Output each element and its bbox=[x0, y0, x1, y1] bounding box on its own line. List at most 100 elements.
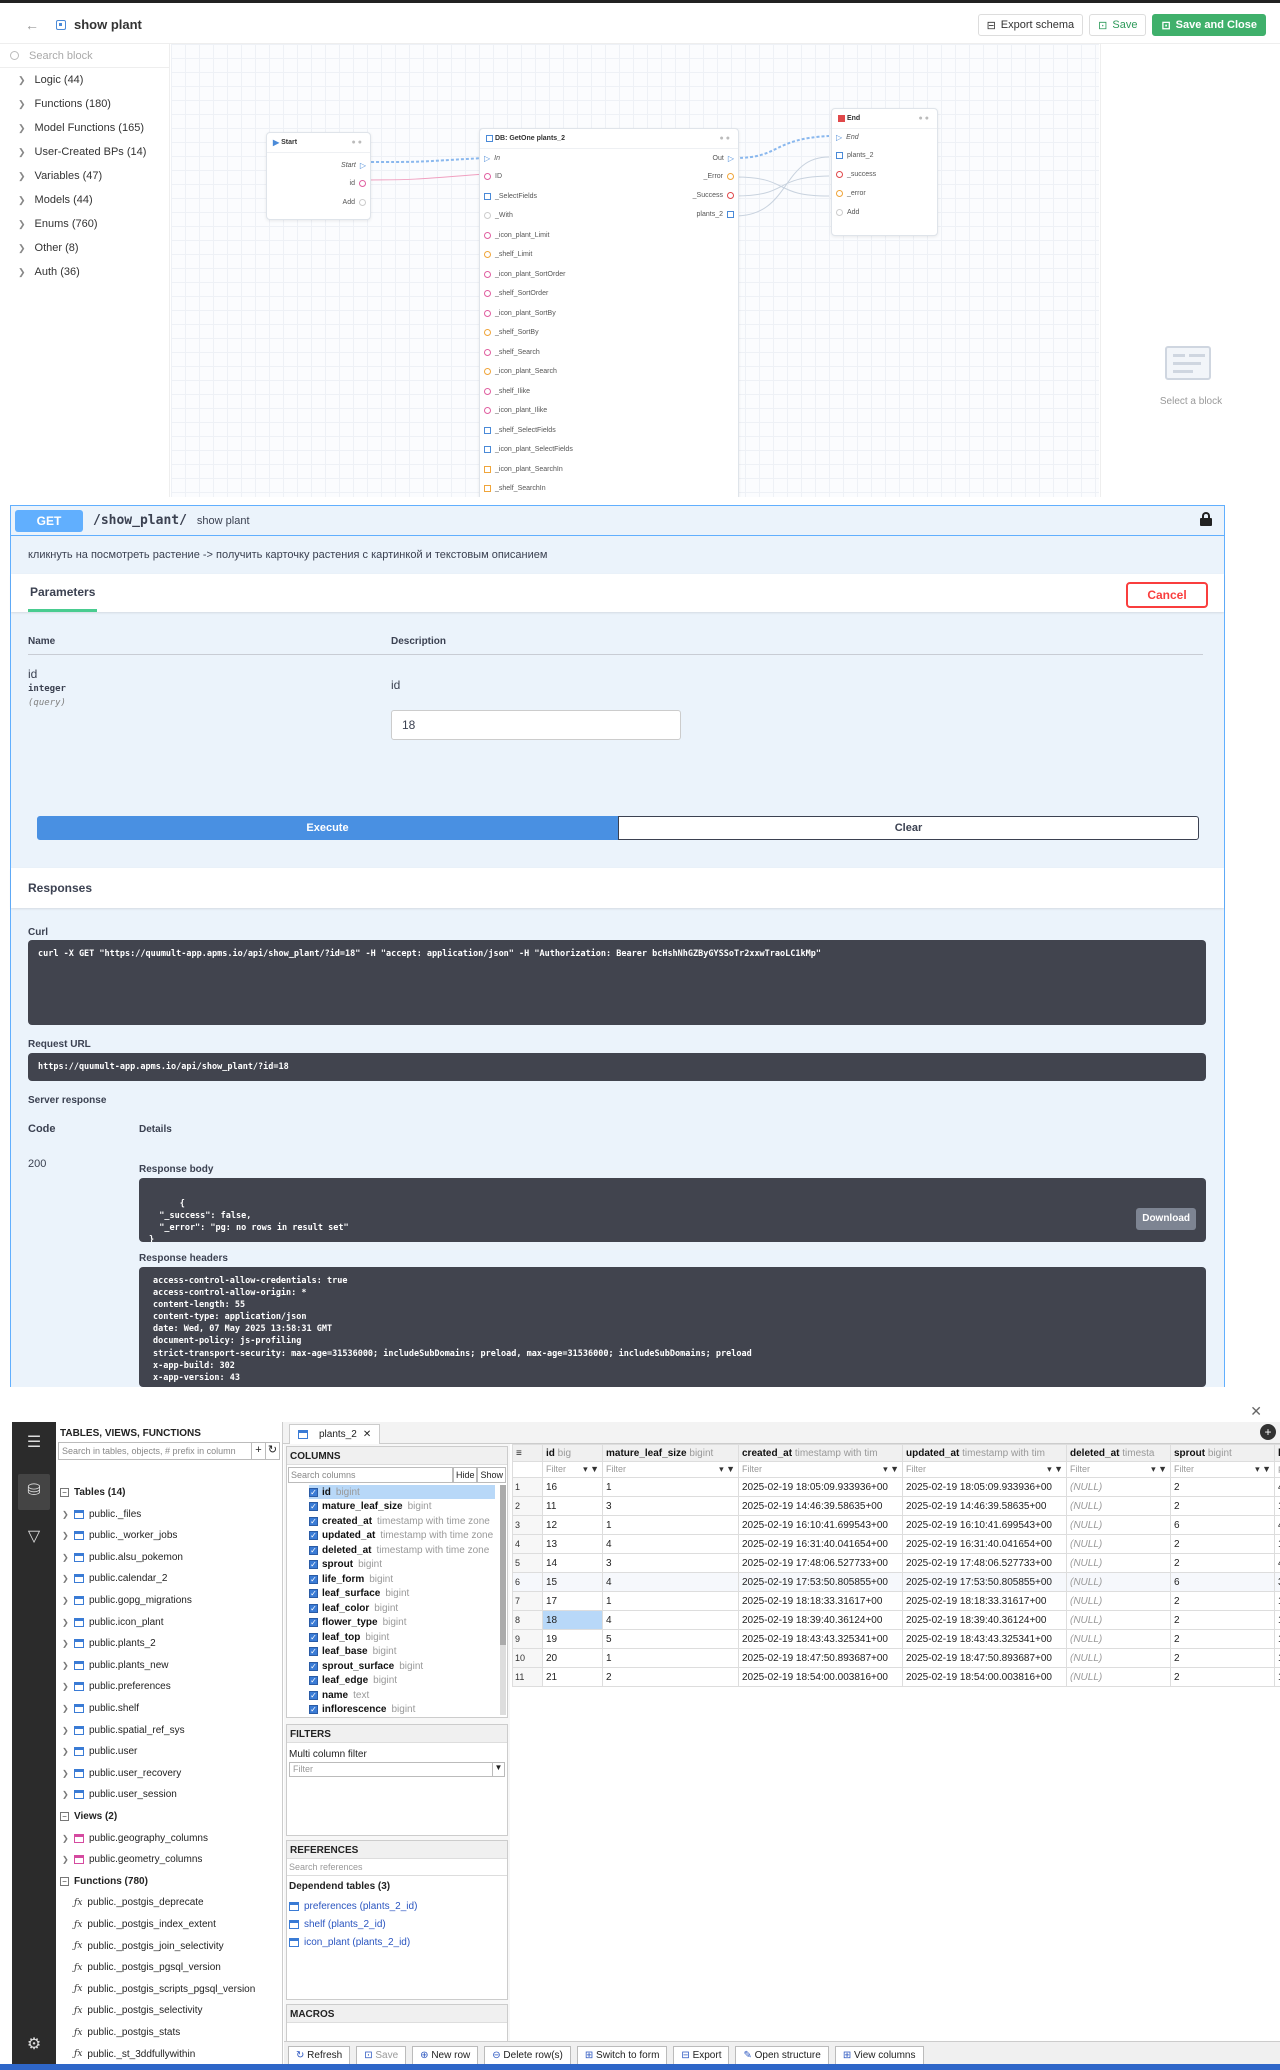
grid-cell[interactable]: 3 bbox=[1274, 1572, 1280, 1592]
grid-cell[interactable]: 16 bbox=[542, 1477, 603, 1497]
funnel-icon[interactable]: ▾ ▼ bbox=[1151, 1464, 1167, 1475]
grid-cell[interactable]: 2 bbox=[1170, 1477, 1275, 1497]
download-button[interactable]: Download bbox=[1136, 1208, 1196, 1230]
dependent-table-link[interactable]: shelf (plants_2_id) bbox=[287, 1915, 507, 1933]
checkbox-checked-icon[interactable]: ✓ bbox=[309, 1516, 318, 1526]
column-item[interactable]: ✓ created_at timestamp with time zone bbox=[309, 1514, 490, 1528]
save-button[interactable]: ⊡ Save bbox=[1089, 14, 1147, 36]
table-row[interactable]: 3 12 1 2025-02-19 16:10:41.699543+00 2025-02… bbox=[512, 1515, 1280, 1535]
grid-cell[interactable]: 4 bbox=[1274, 1553, 1280, 1573]
db-getone-node[interactable]: DB: GetOne plants_2 ●● ▷ In Out ▷ ID _Select… bbox=[479, 128, 739, 497]
column-item[interactable]: ✓ inflorescence bigint bbox=[309, 1703, 415, 1715]
grid-cell[interactable]: 17 bbox=[542, 1591, 603, 1611]
pin-socket[interactable] bbox=[484, 465, 491, 473]
grid-cell[interactable]: 2025-02-19 16:10:41.699543+00 bbox=[902, 1515, 1067, 1535]
toolbar-button[interactable]: ⊞ Switch to form bbox=[576, 2046, 668, 2066]
pin-add[interactable] bbox=[836, 209, 843, 216]
grid-cell[interactable]: 4 bbox=[1274, 1515, 1280, 1535]
grid-cell[interactable]: 3 bbox=[512, 1515, 543, 1535]
grid-cell[interactable]: 2025-02-19 18:18:33.31617+00 bbox=[738, 1591, 903, 1611]
tree-item[interactable]: ❯ public.icon_plant bbox=[62, 1612, 164, 1633]
pin-socket[interactable] bbox=[484, 485, 491, 492]
checkbox-checked-icon[interactable]: ✓ bbox=[309, 1589, 318, 1599]
tree-item[interactable]: ❯ public._worker_jobs bbox=[62, 1525, 177, 1546]
request-url[interactable]: https://quumult-app.apms.io/api/show_pla… bbox=[28, 1053, 1206, 1081]
grid-cell[interactable]: 1 bbox=[1274, 1667, 1280, 1687]
checkbox-checked-icon[interactable]: ✓ bbox=[309, 1603, 318, 1613]
hide-columns-button[interactable]: Hide bbox=[452, 1467, 478, 1483]
block-search-input[interactable]: Search block bbox=[0, 44, 169, 68]
grid-cell[interactable]: 1 bbox=[1274, 1591, 1280, 1611]
input-pin[interactable]: _icon_plant_Limit bbox=[484, 231, 549, 239]
show-columns-button[interactable]: Show bbox=[477, 1467, 506, 1483]
pin-id[interactable] bbox=[359, 180, 366, 187]
cancel-button[interactable]: Cancel bbox=[1126, 582, 1208, 608]
grid-column-header[interactable]: id big bbox=[542, 1444, 603, 1462]
pin-socket[interactable] bbox=[484, 231, 491, 239]
pin-socket[interactable] bbox=[484, 251, 491, 258]
dependent-table-link[interactable]: icon_plant (plants_2_id) bbox=[287, 1933, 507, 1951]
input-pin[interactable]: _shelf_Ilike bbox=[484, 387, 530, 395]
grid-cell[interactable]: 2 bbox=[512, 1496, 543, 1516]
end-node[interactable]: End ●● ▷ End plants_2 _success _error Add bbox=[831, 108, 938, 236]
table-row[interactable]: 5 14 3 2025-02-19 17:48:06.527733+00 2025-02… bbox=[512, 1553, 1280, 1573]
tree-item[interactable]: ❯ public.gopg_migrations bbox=[62, 1590, 192, 1611]
tree-item[interactable]: ƒx public._postgis_index_extent bbox=[74, 1914, 216, 1935]
column-filter-input[interactable]: Filter ▾ ▼ bbox=[542, 1461, 603, 1478]
grid-cell[interactable]: 2 bbox=[1170, 1534, 1275, 1554]
grid-cell[interactable]: (NULL) bbox=[1066, 1572, 1171, 1592]
column-item[interactable]: ✓ leaf_surface bigint bbox=[309, 1587, 409, 1601]
close-tab-icon[interactable]: ✕ bbox=[363, 1429, 371, 1440]
pin-socket[interactable] bbox=[484, 192, 491, 200]
pin-plants[interactable] bbox=[836, 152, 843, 159]
tab-plants-2[interactable]: plants_2 ✕ bbox=[289, 1424, 381, 1444]
filter-dropdown-icon[interactable]: ▼ bbox=[492, 1763, 504, 1776]
table-row[interactable]: 9 19 5 2025-02-19 18:43:43.325341+00 2025-02… bbox=[512, 1629, 1280, 1649]
grid-cell[interactable]: 2025-02-19 18:54:00.003816+00 bbox=[738, 1667, 903, 1687]
funnel-icon[interactable]: ▾ ▼ bbox=[583, 1464, 599, 1475]
node-menu-icon[interactable]: ●● bbox=[352, 139, 364, 146]
category-item[interactable]: ❯ Variables (47) bbox=[0, 164, 169, 188]
grid-cell[interactable]: 14 bbox=[542, 1553, 603, 1573]
response-headers[interactable]: access-control-allow-credentials: true a… bbox=[139, 1267, 1206, 1387]
grid-cell[interactable]: (NULL) bbox=[1066, 1648, 1171, 1668]
tree-item[interactable]: ❯ public.plants_new bbox=[62, 1655, 169, 1676]
grid-cell[interactable]: 2 bbox=[1170, 1553, 1275, 1573]
input-pin[interactable]: _shelf_Limit bbox=[484, 251, 532, 258]
pin-socket[interactable] bbox=[484, 270, 491, 278]
grid-cell[interactable]: (NULL) bbox=[1066, 1477, 1171, 1497]
grid-cell[interactable]: 1 bbox=[602, 1648, 739, 1668]
checkbox-checked-icon[interactable]: ✓ bbox=[309, 1661, 318, 1671]
grid-cell[interactable]: 2 bbox=[1170, 1648, 1275, 1668]
tree-item[interactable]: ❯ public.plants_2 bbox=[62, 1633, 156, 1654]
toolbar-button[interactable]: ⊡ Save bbox=[356, 2046, 407, 2066]
grid-cell[interactable]: 2025-02-19 18:39:40.36124+00 bbox=[902, 1610, 1067, 1630]
category-item[interactable]: ❯ User-Created BPs (14) bbox=[0, 140, 169, 164]
grid-column-header[interactable]: created_at timestamp with tim bbox=[738, 1444, 903, 1462]
pin-plants[interactable] bbox=[727, 211, 734, 218]
input-pin[interactable]: _icon_plant_SortBy bbox=[484, 309, 556, 317]
column-filter-input[interactable]: Filter ▾ ▼ bbox=[902, 1461, 1067, 1478]
funnel-icon[interactable]: ▾ ▼ bbox=[1047, 1464, 1063, 1475]
column-item[interactable]: ✓ life_form bigint bbox=[309, 1572, 393, 1586]
pin-socket[interactable] bbox=[484, 387, 491, 395]
tree-item[interactable]: ƒx public._postgis_stats bbox=[74, 2022, 180, 2043]
tree-item[interactable]: ƒx public._st_3ddfullywithin bbox=[74, 2044, 195, 2065]
tree-item[interactable]: ❯ public.user bbox=[62, 1741, 137, 1762]
checkbox-checked-icon[interactable]: ✓ bbox=[309, 1531, 318, 1541]
grid-cell[interactable]: 15 bbox=[542, 1572, 603, 1592]
pin-socket[interactable] bbox=[484, 212, 491, 219]
pin-socket[interactable] bbox=[484, 446, 491, 453]
grid-cell[interactable]: 6 bbox=[1170, 1572, 1275, 1592]
table-row[interactable]: 4 13 4 2025-02-19 16:31:40.041654+00 2025-02… bbox=[512, 1534, 1280, 1554]
add-tab-icon[interactable]: + bbox=[1260, 1424, 1276, 1440]
column-item[interactable]: ✓ flower_type bigint bbox=[309, 1616, 406, 1630]
input-pin[interactable]: ID bbox=[484, 173, 502, 180]
input-pin[interactable]: _shelf_SearchIn bbox=[484, 485, 546, 492]
column-item[interactable]: ✓ sprout bigint bbox=[309, 1558, 382, 1572]
blueprint-canvas[interactable]: ▶ Start ●● Start ▷ id Add DB: GetOne plant… bbox=[171, 44, 1099, 497]
pin-socket[interactable] bbox=[484, 368, 491, 375]
tree-item[interactable]: ❯ public.preferences bbox=[62, 1676, 171, 1697]
checkbox-checked-icon[interactable]: ✓ bbox=[309, 1632, 318, 1642]
tree-item[interactable]: ❯ public.geography_columns bbox=[62, 1828, 208, 1849]
